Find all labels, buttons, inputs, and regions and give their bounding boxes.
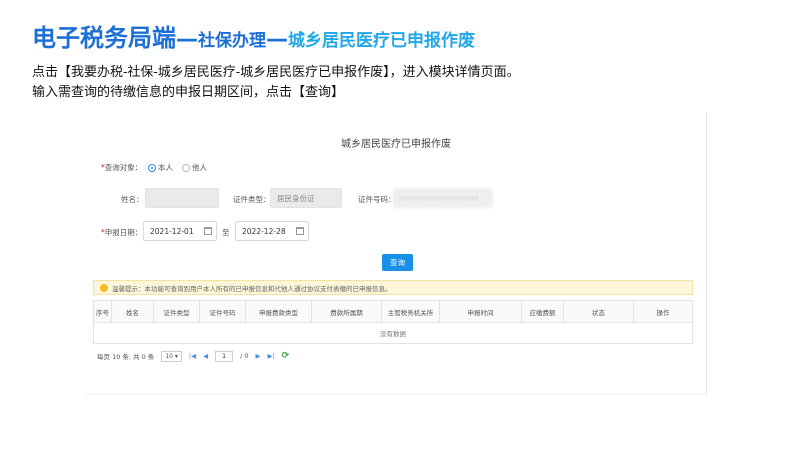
column-header: 申报费款类型 <box>246 301 312 322</box>
name-field[interactable] <box>145 188 219 208</box>
result-table: 序号 姓名 证件类型 证件号码 申报费款类型 费款所属期 主管税务机关所 申报时… <box>93 300 693 344</box>
radio-other[interactable]: 他人 <box>182 162 207 173</box>
cert-no-field[interactable]: •••••••••••••••••• <box>393 188 493 208</box>
pagination: 每页 10 条, 共 0 条 10 ▾ |◀ ◀ 1 / 0 ▶ ▶| ⟳ <box>97 349 289 363</box>
page-size-select[interactable]: 10 ▾ <box>161 350 182 362</box>
column-header: 状态 <box>564 301 634 322</box>
query-target-label: *查询对象： <box>101 163 143 172</box>
title-sub: 社保办理 <box>198 31 266 51</box>
table-header: 序号 姓名 证件类型 证件号码 申报费款类型 费款所属期 主管税务机关所 申报时… <box>93 300 693 323</box>
column-header: 证件类型 <box>154 301 200 322</box>
total-pages: / 0 <box>240 352 249 360</box>
cert-type-label: 证件类型： <box>233 195 271 204</box>
date-label: *申报日期： <box>101 228 143 237</box>
calendar-icon <box>296 227 304 235</box>
date-to-label: 至 <box>222 228 230 237</box>
cert-no-label: 证件号码： <box>358 195 396 204</box>
slide-title: 电子税务局端—社保办理—城乡居民医疗已申报作废 <box>32 18 475 53</box>
tip-text: 温馨提示：本功能可查询到用户本人所有的已申报信息和代他人通过协议支付表缴的已申报… <box>112 284 392 293</box>
form-title: 城乡居民医疗已申报作废 <box>341 139 451 150</box>
next-page-icon[interactable]: ▶ <box>255 352 260 360</box>
title-dash-2: — <box>266 27 288 52</box>
column-header: 主管税务机关所 <box>382 301 440 322</box>
instruction-text: 点击【我要办税-社保-城乡居民医疗-城乡居民医疗已申报作废】，进入模块详情页面。… <box>32 63 520 103</box>
title-last: 城乡居民医疗已申报作废 <box>288 31 475 51</box>
date-to-input[interactable]: 2022-12-28 <box>235 221 309 241</box>
calendar-icon <box>204 227 212 235</box>
radio-selected-icon <box>148 163 156 172</box>
page-input[interactable]: 1 <box>215 350 234 362</box>
name-label: 姓名： <box>121 195 144 204</box>
empty-row: 没有数据 <box>93 323 693 344</box>
column-header: 费款所属期 <box>312 301 382 322</box>
tip-bar: 温馨提示：本功能可查询到用户本人所有的已申报信息和代他人通过协议支付表缴的已申报… <box>93 280 693 295</box>
page-summary: 每页 10 条, 共 0 条 <box>97 353 155 361</box>
last-page-icon[interactable]: ▶| <box>267 352 274 360</box>
title-dash: — <box>176 27 198 52</box>
screenshot-panel: 城乡居民医疗已申报作废 *查询对象： 本人 他人 姓名： 证件类型： 居民身份证… <box>85 113 707 395</box>
column-header: 证件号码 <box>200 301 246 322</box>
column-header: 应缴费额 <box>522 301 564 322</box>
radio-self[interactable]: 本人 <box>148 162 173 173</box>
column-header: 申报时间 <box>440 301 522 322</box>
query-button[interactable]: 查询 <box>382 254 413 271</box>
instruction-line-2: 输入需查询的待缴信息的申报日期区间，点击【查询】 <box>32 85 345 100</box>
title-main: 电子税务局端 <box>32 24 176 52</box>
instruction-line-1: 点击【我要办税-社保-城乡居民医疗-城乡居民医疗已申报作废】，进入模块详情页面。 <box>32 65 520 80</box>
warning-icon <box>100 283 108 292</box>
cert-type-field[interactable]: 居民身份证 <box>270 188 342 208</box>
prev-page-icon[interactable]: ◀ <box>203 352 208 360</box>
first-page-icon[interactable]: |◀ <box>189 352 196 360</box>
column-header: 序号 <box>94 301 112 322</box>
refresh-icon[interactable]: ⟳ <box>282 351 290 361</box>
radio-empty-icon <box>182 163 190 172</box>
date-from-input[interactable]: 2021-12-01 <box>143 221 217 241</box>
column-header: 姓名 <box>112 301 154 322</box>
column-header: 操作 <box>656 308 670 317</box>
